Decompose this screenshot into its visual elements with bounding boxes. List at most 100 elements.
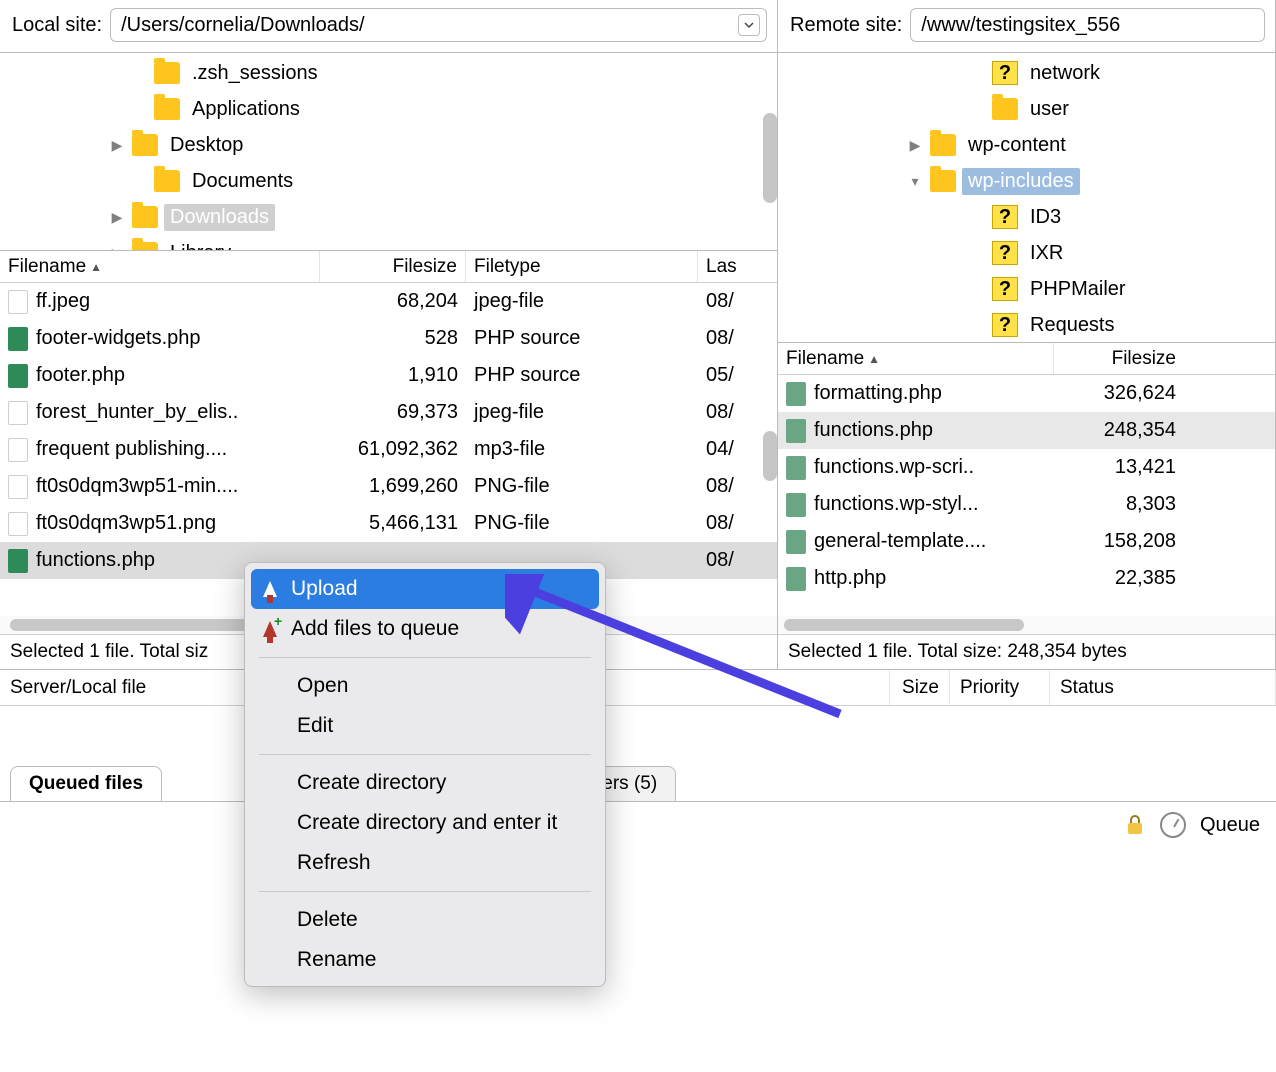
menu-upload[interactable]: Upload <box>251 569 599 609</box>
file-size: 61,092,362 <box>320 438 466 461</box>
tree-label: wp-content <box>962 132 1072 159</box>
file-name: ft0s0dqm3wp51-min.... <box>36 475 238 498</box>
file-size: 158,208 <box>1054 530 1184 553</box>
file-name: footer-widgets.php <box>36 327 201 350</box>
tree-item[interactable]: ?ID3 <box>778 199 1275 235</box>
add-queue-icon <box>263 621 277 637</box>
col-lastmod[interactable]: Las <box>698 251 768 282</box>
col-filename[interactable]: Filename▲ <box>0 251 320 282</box>
col-filesize[interactable]: Filesize <box>320 251 466 282</box>
col-filename[interactable]: Filename▲ <box>778 343 1054 374</box>
expander-icon[interactable] <box>968 316 986 334</box>
tree-item[interactable]: ?network <box>778 55 1275 91</box>
remote-path-input[interactable] <box>921 14 1258 37</box>
expander-icon[interactable]: ▶ <box>108 244 126 251</box>
remote-path-combo[interactable] <box>910 8 1265 42</box>
remote-file-grid[interactable]: Filename▲ Filesize formatting.php326,624… <box>778 343 1275 634</box>
local-site-label: Local site: <box>12 14 102 37</box>
file-row[interactable]: functions.php248,354 <box>778 412 1275 449</box>
file-row[interactable]: ft0s0dqm3wp51-min....1,699,260PNG-file08… <box>0 468 777 505</box>
file-row[interactable]: forest_hunter_by_elis..69,373jpeg-file08… <box>0 394 777 431</box>
tree-label: Requests <box>1024 312 1121 339</box>
tree-item[interactable]: ▶Library <box>0 235 777 251</box>
file-row[interactable]: http.php22,385 <box>778 560 1275 597</box>
tree-item[interactable]: ?Requests <box>778 307 1275 343</box>
local-tree[interactable]: .zsh_sessions Applications ▶Desktop Documen… <box>0 53 777 251</box>
expander-icon[interactable]: ▶ <box>108 136 126 154</box>
tree-label: Applications <box>186 96 306 123</box>
menu-refresh[interactable]: Refresh <box>245 843 605 883</box>
file-type: PHP source <box>466 364 698 387</box>
menu-edit[interactable]: Edit <box>245 706 605 746</box>
tree-label: Documents <box>186 168 299 195</box>
context-menu: Upload Add files to queue Open Edit Crea… <box>244 562 606 987</box>
file-row[interactable]: footer-widgets.php528PHP source08/ <box>0 320 777 357</box>
tree-item[interactable]: Applications <box>0 91 777 127</box>
col-size[interactable]: Size <box>890 670 950 705</box>
file-row[interactable]: ff.jpeg68,204jpeg-file08/ <box>0 283 777 320</box>
tree-label: wp-includes <box>962 168 1080 195</box>
file-name: footer.php <box>36 364 125 387</box>
file-row[interactable]: functions.wp-scri.. 13,421 <box>778 449 1275 486</box>
tree-item[interactable]: .zsh_sessions <box>0 55 777 91</box>
tree-label: user <box>1024 96 1075 123</box>
scrollbar-thumb[interactable] <box>763 113 777 203</box>
file-row[interactable]: frequent publishing....61,092,362mp3-fil… <box>0 431 777 468</box>
local-path-combo[interactable] <box>110 8 767 42</box>
menu-add-to-queue[interactable]: Add files to queue <box>245 609 605 649</box>
file-modified: 08/ <box>698 549 768 572</box>
file-row[interactable]: functions.wp-styl...8,303 <box>778 486 1275 523</box>
file-name: ft0s0dqm3wp51.png <box>36 512 216 535</box>
menu-delete[interactable]: Delete <box>245 900 605 940</box>
expander-icon[interactable] <box>968 208 986 226</box>
php-file-icon <box>8 327 28 351</box>
scrollbar-thumb[interactable] <box>763 431 777 481</box>
tree-item[interactable]: Documents <box>0 163 777 199</box>
file-row[interactable]: general-template....158,208 <box>778 523 1275 560</box>
local-path-input[interactable] <box>121 14 738 37</box>
tree-item[interactable]: ▶Downloads <box>0 199 777 235</box>
php-file-icon <box>786 456 806 480</box>
tree-item[interactable]: ▶ wp-content <box>778 127 1275 163</box>
remote-tree[interactable]: ?network user ▶ wp-content ▾ wp-includes ?ID3?… <box>778 53 1275 343</box>
file-name: functions.php <box>36 549 155 572</box>
file-row[interactable]: ft0s0dqm3wp51.png5,466,131PNG-file08/ <box>0 505 777 542</box>
expander-icon[interactable]: ▾ <box>906 172 924 190</box>
expander-icon[interactable] <box>968 100 986 118</box>
col-priority[interactable]: Priority <box>950 670 1050 705</box>
menu-create-directory[interactable]: Create directory <box>245 763 605 803</box>
menu-rename[interactable]: Rename <box>245 940 605 980</box>
chevron-down-icon[interactable] <box>738 14 760 36</box>
file-modified: 08/ <box>698 290 768 313</box>
file-icon <box>8 475 28 499</box>
expander-icon[interactable] <box>130 64 148 82</box>
col-filesize[interactable]: Filesize <box>1054 343 1184 374</box>
file-name: functions.wp-scri.. <box>814 456 974 479</box>
file-icon <box>8 290 28 314</box>
expander-icon[interactable]: ▶ <box>108 208 126 226</box>
file-row[interactable]: footer.php1,910PHP source05/ <box>0 357 777 394</box>
php-file-icon <box>786 382 806 406</box>
col-status[interactable]: Status <box>1050 670 1276 705</box>
expander-icon[interactable]: ▶ <box>906 136 924 154</box>
expander-icon[interactable] <box>130 172 148 190</box>
expander-icon[interactable] <box>130 100 148 118</box>
tree-item[interactable]: ?IXR <box>778 235 1275 271</box>
expander-icon[interactable] <box>968 244 986 262</box>
file-size: 13,421 <box>1054 456 1184 479</box>
file-row[interactable]: formatting.php326,624 <box>778 375 1275 412</box>
tree-item[interactable]: ▾ wp-includes <box>778 163 1275 199</box>
sort-asc-icon: ▲ <box>868 352 880 366</box>
tree-item[interactable]: user <box>778 91 1275 127</box>
tree-label: network <box>1024 60 1106 87</box>
expander-icon[interactable] <box>968 64 986 82</box>
tab-queued-files[interactable]: Queued files <box>10 766 162 801</box>
menu-open[interactable]: Open <box>245 666 605 706</box>
tree-item[interactable]: ?PHPMailer <box>778 271 1275 307</box>
expander-icon[interactable] <box>968 280 986 298</box>
menu-create-directory-enter[interactable]: Create directory and enter it <box>245 803 605 843</box>
col-filetype[interactable]: Filetype <box>466 251 698 282</box>
hscroll-thumb[interactable] <box>784 619 1024 631</box>
tree-item[interactable]: ▶Desktop <box>0 127 777 163</box>
sort-asc-icon: ▲ <box>90 260 102 274</box>
